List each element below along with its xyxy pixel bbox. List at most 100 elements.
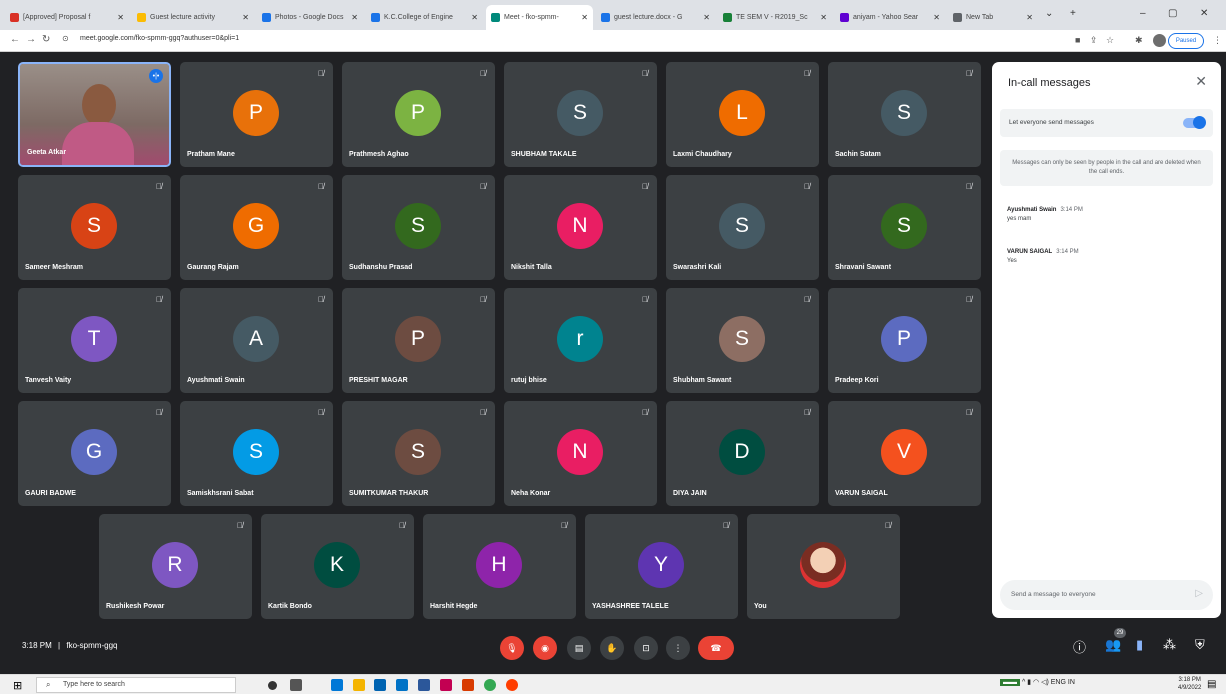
leave-call-button[interactable]: ☎ bbox=[698, 636, 734, 660]
browser-tab[interactable]: New Tab ✕ bbox=[948, 5, 1038, 30]
participant-tile[interactable]: R 🎙̸ Rushikesh Powar bbox=[99, 514, 252, 619]
paused-button[interactable]: Paused bbox=[1168, 33, 1204, 49]
tab-close-icon[interactable]: ✕ bbox=[933, 13, 940, 22]
participant-tile[interactable]: G 🎙̸ GAURI BADWE bbox=[18, 401, 171, 506]
participant-tile[interactable]: S 🎙̸ Sameer Meshram bbox=[18, 175, 171, 280]
tab-close-icon[interactable]: ✕ bbox=[820, 13, 827, 22]
minimize-icon[interactable]: – bbox=[1140, 8, 1146, 19]
participant-tile[interactable]: P 🎙̸ Prathmesh Aghao bbox=[342, 62, 495, 167]
participant-tile[interactable]: V 🎙̸ VARUN SAIGAL bbox=[828, 401, 981, 506]
edge-icon[interactable] bbox=[331, 679, 343, 691]
word-icon[interactable] bbox=[418, 679, 430, 691]
tab-close-icon[interactable]: ✕ bbox=[581, 13, 588, 22]
new-tab-icon[interactable]: + bbox=[1070, 8, 1076, 19]
people-icon[interactable]: 👥 bbox=[1105, 637, 1121, 653]
tab-close-icon[interactable]: ✕ bbox=[117, 13, 124, 22]
back-icon[interactable]: ← bbox=[10, 34, 20, 45]
participant-tile[interactable]: S 🎙̸ Shravani Sawant bbox=[828, 175, 981, 280]
participant-tile[interactable]: S 🎙̸ SUMITKUMAR THAKUR bbox=[342, 401, 495, 506]
browser-tab[interactable]: Photos - Google Docs ✕ bbox=[257, 5, 363, 30]
raise-hand-button[interactable]: ✋ bbox=[600, 636, 624, 660]
extensions-icon[interactable]: ✱ bbox=[1135, 35, 1143, 46]
camera-off-button[interactable]: ◉ bbox=[533, 636, 557, 660]
participant-tile[interactable]: G 🎙̸ Gaurang Rajam bbox=[180, 175, 333, 280]
close-window-icon[interactable]: ✕ bbox=[1200, 8, 1208, 19]
close-icon[interactable]: ✕ bbox=[1195, 73, 1207, 90]
taskbar-clock[interactable]: 3:18 PM 4/9/2022 bbox=[1178, 676, 1201, 692]
more-options-button[interactable]: ⋮ bbox=[666, 636, 690, 660]
send-messages-toggle[interactable] bbox=[1183, 116, 1206, 129]
app-icon[interactable] bbox=[440, 679, 452, 691]
battery-icon[interactable]: ▮ bbox=[1027, 679, 1031, 686]
participant-tile[interactable]: S 🎙̸ Shubham Sawant bbox=[666, 288, 819, 393]
tab-close-icon[interactable]: ✕ bbox=[242, 13, 249, 22]
participant-tile[interactable]: L 🎙̸ Laxmi Chaudhary bbox=[666, 62, 819, 167]
share-icon[interactable]: ⇪ bbox=[1090, 35, 1098, 46]
tab-close-icon[interactable]: ✕ bbox=[703, 13, 710, 22]
network-badge-icon[interactable]: ▬▬ bbox=[1000, 679, 1020, 686]
taskbar-search[interactable]: ⌕ Type here to search bbox=[36, 677, 236, 693]
tray-chevron-icon[interactable]: ^ bbox=[1022, 679, 1025, 686]
participant-tile[interactable]: P 🎙̸ Pradeep Kori bbox=[828, 288, 981, 393]
forward-icon[interactable]: → bbox=[26, 34, 36, 45]
bookmark-star-icon[interactable]: ☆ bbox=[1106, 35, 1114, 46]
maximize-icon[interactable]: ▢ bbox=[1168, 8, 1177, 19]
firefox-icon[interactable] bbox=[506, 679, 518, 691]
participant-tile[interactable]: S 🎙̸ Samiskhsrani Sabat bbox=[180, 401, 333, 506]
participant-tile[interactable]: K 🎙̸ Kartik Bondo bbox=[261, 514, 414, 619]
participant-tile[interactable]: •|• Geeta Atkar bbox=[18, 62, 171, 167]
browser-tab[interactable]: aniyam - Yahoo Sear ✕ bbox=[835, 5, 945, 30]
powerpoint-icon[interactable] bbox=[462, 679, 474, 691]
profile-avatar[interactable] bbox=[1153, 34, 1166, 47]
tab-close-icon[interactable]: ✕ bbox=[471, 13, 478, 22]
host-controls-icon[interactable]: ⛨ bbox=[1195, 637, 1205, 653]
participant-tile[interactable]: S 🎙̸ Swarashri Kali bbox=[666, 175, 819, 280]
notifications-icon[interactable]: ▤ bbox=[1207, 679, 1216, 690]
tab-close-icon[interactable]: ✕ bbox=[351, 13, 358, 22]
wifi-icon[interactable]: ◠ bbox=[1033, 679, 1039, 686]
mail-icon[interactable] bbox=[396, 679, 408, 691]
camera-icon[interactable]: ■ bbox=[1075, 35, 1080, 45]
chrome-icon[interactable] bbox=[484, 679, 496, 691]
participant-tile[interactable]: Y 🎙̸ YASHASHREE TALELE bbox=[585, 514, 738, 619]
present-button[interactable]: ⊡ bbox=[634, 636, 658, 660]
participant-tile[interactable]: P 🎙̸ PRESHIT MAGAR bbox=[342, 288, 495, 393]
tray-language[interactable]: ENG bbox=[1051, 679, 1066, 686]
microphone-off-button[interactable]: 🎙 bbox=[500, 636, 524, 660]
participant-tile[interactable]: D 🎙̸ DIYA JAIN bbox=[666, 401, 819, 506]
participant-tile[interactable]: A 🎙̸ Ayushmati Swain bbox=[180, 288, 333, 393]
activities-icon[interactable]: ⁂ bbox=[1163, 637, 1176, 653]
participant-tile[interactable]: S 🎙̸ Sudhanshu Prasad bbox=[342, 175, 495, 280]
browser-tab[interactable]: K.C.College of Engine ✕ bbox=[366, 5, 483, 30]
menu-icon[interactable]: ⋮ bbox=[1213, 35, 1222, 46]
browser-tab[interactable]: guest lecture.docx - G ✕ bbox=[596, 5, 715, 30]
browser-tab[interactable]: Guest lecture activity ✕ bbox=[132, 5, 254, 30]
url-field[interactable]: meet.google.com/fko-spmm-ggq?authuser=0&… bbox=[80, 35, 239, 42]
message-input[interactable]: Send a message to everyone ▷ bbox=[1000, 580, 1213, 610]
site-info-icon[interactable]: ⊙ bbox=[62, 34, 69, 43]
participant-tile[interactable]: H 🎙̸ Harshit Hegde bbox=[423, 514, 576, 619]
participant-tile[interactable]: 🎙̸ You bbox=[747, 514, 900, 619]
windows-start-icon[interactable]: ⊞ bbox=[13, 679, 22, 692]
volume-icon[interactable]: ◁) bbox=[1041, 679, 1049, 686]
participant-tile[interactable]: T 🎙̸ Tanvesh Vaity bbox=[18, 288, 171, 393]
participant-tile[interactable]: N 🎙̸ Nikshit Talla bbox=[504, 175, 657, 280]
participant-tile[interactable]: S 🎙̸ SHUBHAM TAKALE bbox=[504, 62, 657, 167]
participant-tile[interactable]: S 🎙̸ Sachin Satam bbox=[828, 62, 981, 167]
chat-icon[interactable]: ▮ bbox=[1136, 637, 1143, 653]
tab-close-icon[interactable]: ✕ bbox=[1026, 13, 1033, 22]
browser-tab[interactable]: [Approved] Proposal f ✕ bbox=[5, 5, 129, 30]
participant-tile[interactable]: r 🎙̸ rutuj bhise bbox=[504, 288, 657, 393]
browser-tab[interactable]: Meet - fko-spmm- ✕ bbox=[486, 5, 593, 30]
cortana-icon[interactable] bbox=[268, 681, 277, 690]
meeting-details-icon[interactable]: ⓘ bbox=[1073, 637, 1086, 656]
reload-icon[interactable]: ↻ bbox=[42, 34, 50, 45]
file-explorer-icon[interactable] bbox=[353, 679, 365, 691]
browser-tab[interactable]: TE SEM V - R2019_Sc ✕ bbox=[718, 5, 832, 30]
participant-tile[interactable]: N 🎙̸ Neha Konar bbox=[504, 401, 657, 506]
task-view-icon[interactable] bbox=[290, 679, 302, 691]
send-icon[interactable]: ▷ bbox=[1195, 588, 1203, 599]
captions-button[interactable]: ▤ bbox=[567, 636, 591, 660]
participant-tile[interactable]: P 🎙̸ Pratham Mane bbox=[180, 62, 333, 167]
tab-search-icon[interactable]: ⌄ bbox=[1045, 8, 1053, 19]
